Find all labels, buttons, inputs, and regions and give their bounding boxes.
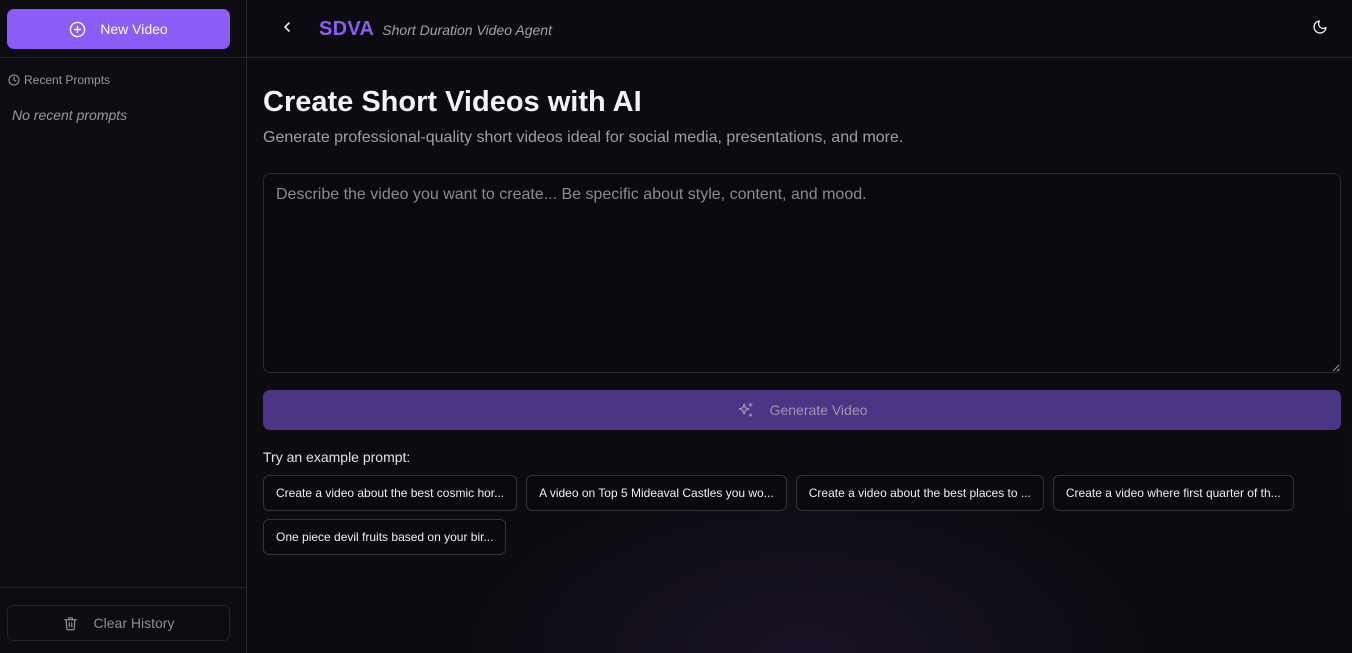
example-prompt-chip[interactable]: Create a video about the best cosmic hor… <box>263 475 518 511</box>
sidebar: New Video Recent Prompts No recent promp… <box>0 0 247 653</box>
moon-icon <box>1312 19 1328 40</box>
recent-prompts-label: Recent Prompts <box>24 73 111 87</box>
example-prompts: Create a video about the best cosmic hor… <box>263 475 1341 555</box>
generate-video-button[interactable]: Generate Video <box>263 390 1341 430</box>
recent-prompts-header: Recent Prompts <box>0 58 246 87</box>
new-video-button[interactable]: New Video <box>7 9 230 49</box>
sidebar-bottom: Clear History <box>0 587 246 653</box>
new-video-label: New Video <box>100 21 168 37</box>
example-prompt-chip[interactable]: A video on Top 5 Mideaval Castles you wo… <box>526 475 787 511</box>
back-button[interactable] <box>277 19 297 39</box>
app-root: New Video Recent Prompts No recent promp… <box>0 0 1352 653</box>
top-bar: SDVA Short Duration Video Agent <box>247 0 1352 58</box>
prompt-input[interactable] <box>263 173 1341 373</box>
examples-label: Try an example prompt: <box>263 449 411 465</box>
no-recent-prompts: No recent prompts <box>12 107 128 123</box>
content: Create Short Videos with AI Generate pro… <box>263 58 1341 555</box>
clear-history-button[interactable]: Clear History <box>7 605 230 641</box>
example-prompt-chip[interactable]: Create a video where first quarter of th… <box>1052 475 1294 511</box>
page-subtitle: Generate professional-quality short vide… <box>263 129 904 146</box>
plus-circle-icon <box>69 21 86 38</box>
brand: SDVA Short Duration Video Agent <box>319 18 552 41</box>
sidebar-top: New Video <box>0 0 246 58</box>
theme-toggle-button[interactable] <box>1310 19 1330 39</box>
page-title: Create Short Videos with AI <box>263 86 642 118</box>
trash-icon <box>63 616 78 631</box>
brand-name: SDVA <box>319 18 375 40</box>
main-panel: SDVA Short Duration Video Agent Create S… <box>247 0 1352 653</box>
example-prompt-chip[interactable]: One piece devil fruits based on your bir… <box>263 519 507 555</box>
sparkles-icon <box>737 402 754 419</box>
clear-history-label: Clear History <box>93 615 175 631</box>
brand-subtitle: Short Duration Video Agent <box>382 22 552 38</box>
example-prompt-chip[interactable]: Create a video about the best places to … <box>795 475 1044 511</box>
clock-icon <box>8 74 20 86</box>
chevron-left-icon <box>279 19 295 40</box>
generate-video-label: Generate Video <box>769 402 868 418</box>
